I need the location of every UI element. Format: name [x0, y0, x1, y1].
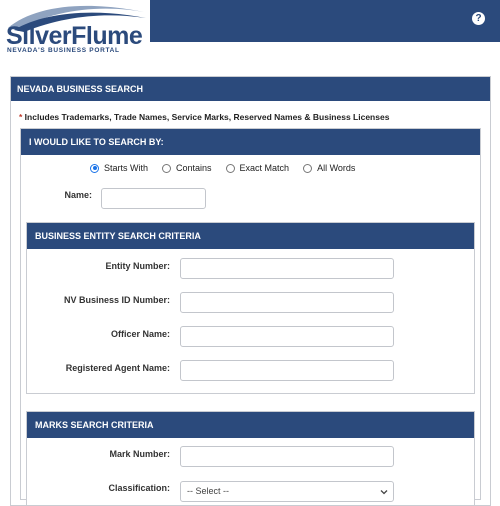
radio-label: All Words [317, 163, 356, 173]
note-text: Includes Trademarks, Trade Names, Servic… [22, 112, 390, 122]
radio-indicator[interactable] [225, 163, 235, 173]
search-note: * Includes Trademarks, Trade Names, Serv… [19, 112, 389, 122]
chevron-down-icon [380, 490, 388, 495]
radio-label: Exact Match [239, 163, 290, 173]
name-label: Name: [64, 190, 92, 200]
radio-indicator[interactable] [162, 163, 172, 173]
search-mode-options: Starts With Contains Exact Match All Wor… [90, 160, 369, 176]
entity-number-input[interactable] [180, 258, 394, 279]
radio-label: Starts With [104, 163, 149, 173]
classification-label: Classification: [108, 483, 170, 493]
radio-starts-with[interactable]: Starts With [90, 163, 148, 173]
marks-criteria-title: MARKS SEARCH CRITERIA [27, 412, 474, 438]
help-icon[interactable]: ? [472, 12, 485, 25]
nv-business-id-label: NV Business ID Number: [63, 295, 170, 305]
registered-agent-label: Registered Agent Name: [65, 363, 170, 373]
mark-number-input[interactable] [180, 446, 394, 467]
entity-criteria-title: BUSINESS ENTITY SEARCH CRITERIA [27, 223, 474, 249]
mark-number-label: Mark Number: [109, 449, 170, 459]
top-header: SilverFlume NEVADA'S BUSINESS PORTAL ? [0, 0, 500, 54]
silverflume-logo[interactable]: SilverFlume NEVADA'S BUSINESS PORTAL [4, 2, 150, 54]
officer-name-input[interactable] [180, 326, 394, 347]
panel-title: NEVADA BUSINESS SEARCH [11, 77, 490, 101]
radio-label: Contains [176, 163, 212, 173]
name-input[interactable] [101, 188, 206, 209]
brand-tagline: NEVADA'S BUSINESS PORTAL [7, 47, 120, 54]
radio-indicator[interactable] [303, 163, 313, 173]
radio-all-words[interactable]: All Words [303, 163, 355, 173]
radio-exact-match[interactable]: Exact Match [225, 163, 290, 173]
classification-select[interactable]: -- Select -- [180, 481, 394, 502]
header-band [150, 0, 500, 42]
registered-agent-input[interactable] [180, 360, 394, 381]
officer-name-label: Officer Name: [110, 329, 170, 339]
entity-number-label: Entity Number: [105, 261, 170, 271]
classification-selected-value: -- Select -- [187, 486, 230, 496]
radio-contains[interactable]: Contains [162, 163, 212, 173]
search-by-title: I WOULD LIKE TO SEARCH BY: [21, 129, 480, 155]
nv-business-id-input[interactable] [180, 292, 394, 313]
radio-indicator[interactable] [90, 163, 99, 173]
